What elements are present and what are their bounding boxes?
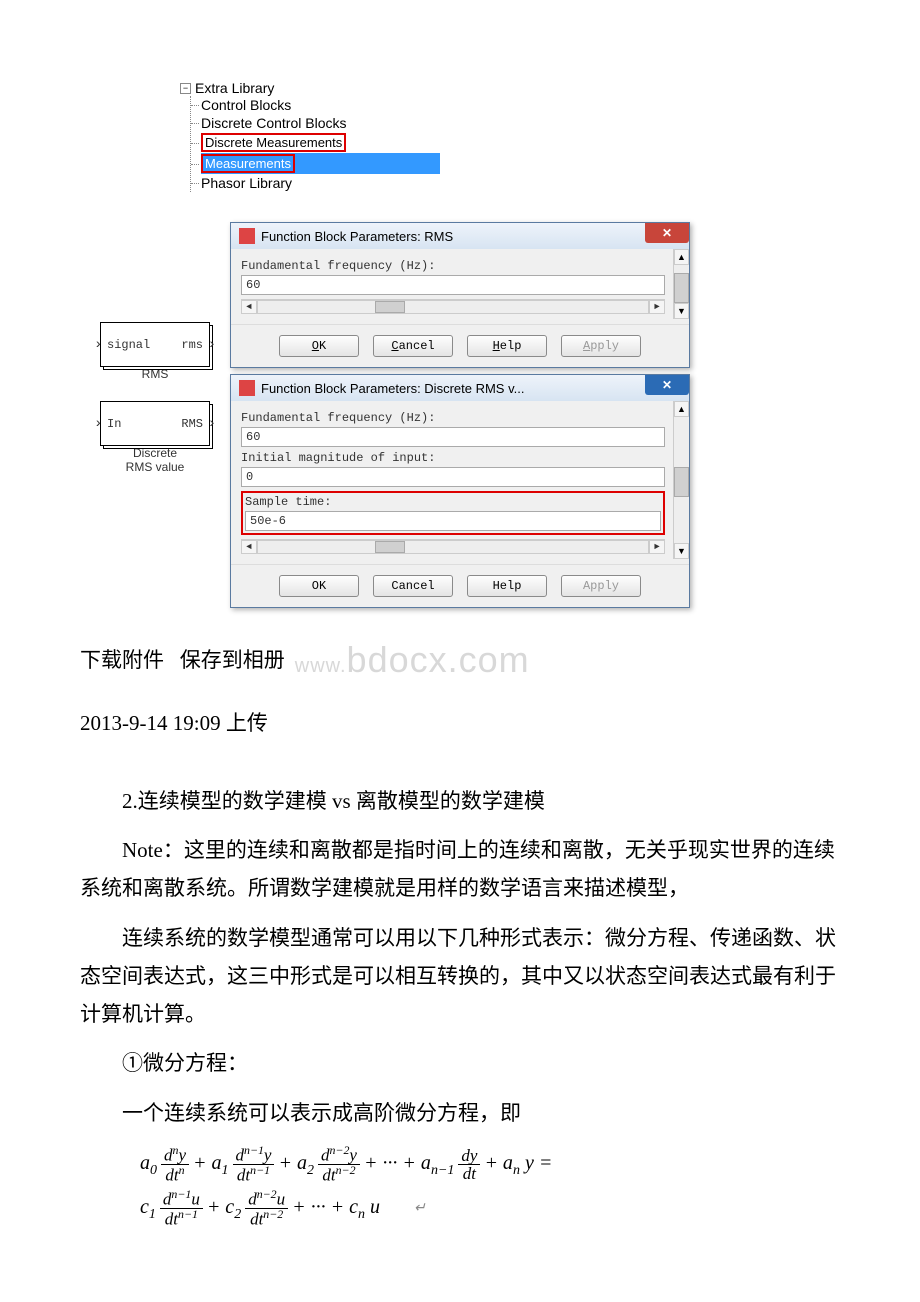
simulink-icon [239, 228, 255, 244]
rms-block-group: › signal rms › RMS [100, 322, 210, 381]
dialog-discrete-rms: Function Block Parameters: Discrete RMS … [230, 374, 690, 608]
tree-item-discrete-measurements[interactable]: Discrete Measurements [201, 132, 440, 153]
port-in-icon: › [94, 337, 102, 353]
scroll-down-icon[interactable]: ▼ [674, 543, 689, 559]
line-break-mark-icon: ↵ [414, 1196, 426, 1221]
tree-root-item[interactable]: − Extra Library [180, 80, 440, 96]
scroll-thumb[interactable] [674, 467, 689, 497]
freq-label: Fundamental frequency (Hz): [241, 411, 665, 425]
collapse-icon[interactable]: − [180, 83, 191, 94]
scroll-thumb[interactable] [375, 541, 405, 553]
cancel-button[interactable]: Cancel [373, 335, 453, 357]
dialog-rms: Function Block Parameters: RMS ✕ ▲ ▼ Fun… [230, 222, 690, 368]
scroll-thumb[interactable] [674, 273, 689, 303]
vertical-scrollbar[interactable]: ▲ ▼ [673, 249, 689, 319]
tree-item-phasor-library[interactable]: Phasor Library [201, 174, 440, 192]
tree-item-label: Measurements [201, 154, 295, 173]
scroll-left-icon[interactable]: ◄ [241, 300, 257, 314]
port-in-icon: › [94, 416, 102, 432]
freq-input[interactable]: 60 [241, 427, 665, 447]
apply-button[interactable]: Apply [561, 575, 641, 597]
scroll-up-icon[interactable]: ▲ [674, 249, 689, 265]
discrete-rms-block-group: › In RMS › Discrete RMS value [100, 401, 210, 474]
rms-block[interactable]: › signal rms › [100, 322, 210, 367]
drms-out-label: RMS [181, 417, 203, 431]
close-icon[interactable]: ✕ [645, 375, 689, 395]
freq-input[interactable]: 60 [241, 275, 665, 295]
apply-button[interactable]: Apply [561, 335, 641, 357]
horizontal-scrollbar[interactable]: ◄ ► [241, 539, 665, 554]
cancel-button[interactable]: Cancel [373, 575, 453, 597]
upload-timestamp: 2013-9-14 19:09 上传 [80, 705, 840, 743]
tree-children: Control Blocks Discrete Control Blocks D… [190, 96, 440, 192]
vertical-scrollbar[interactable]: ▲ ▼ [673, 401, 689, 559]
discrete-rms-block[interactable]: › In RMS › [100, 401, 210, 446]
rms-in-label: signal [107, 338, 150, 352]
watermark-text: www.bdocx.com [295, 628, 530, 693]
scroll-thumb[interactable] [375, 301, 405, 313]
port-out-icon: › [208, 416, 216, 432]
discrete-rms-block-label: Discrete RMS value [100, 446, 210, 474]
help-button[interactable]: Help [467, 575, 547, 597]
note-paragraph: Note：这里的连续和离散都是指时间上的连续和离散，无关乎现实世界的连续系统和离… [80, 832, 840, 908]
tree-item-label: Phasor Library [201, 175, 292, 191]
scroll-right-icon[interactable]: ► [649, 540, 665, 554]
rms-out-label: rms [181, 338, 203, 352]
differential-equation: a0 dnydtn + a1 dn−1ydtn−1 + a2 dn−2ydtn−… [140, 1145, 580, 1228]
ok-button[interactable]: OK [279, 575, 359, 597]
library-tree: − Extra Library Control Blocks Discrete … [180, 80, 440, 192]
tree-item-label: Control Blocks [201, 97, 291, 113]
freq-label: Fundamental frequency (Hz): [241, 259, 665, 273]
init-mag-input[interactable]: 0 [241, 467, 665, 487]
dialog-rms-titlebar[interactable]: Function Block Parameters: RMS ✕ [231, 223, 689, 249]
tree-item-control-blocks[interactable]: Control Blocks [201, 96, 440, 114]
diff-eq-label: ①微分方程： [80, 1045, 840, 1083]
tree-item-label: Discrete Control Blocks [201, 115, 347, 131]
sample-time-label: Sample time: [245, 495, 661, 509]
help-button[interactable]: Help [467, 335, 547, 357]
tree-root-label: Extra Library [195, 80, 274, 96]
drms-in-label: In [107, 417, 121, 431]
scroll-up-icon[interactable]: ▲ [674, 401, 689, 417]
download-attachment-link[interactable]: 下载附件 [80, 648, 164, 672]
close-icon[interactable]: ✕ [645, 223, 689, 243]
scroll-left-icon[interactable]: ◄ [241, 540, 257, 554]
sample-time-highlight: Sample time: 50e-6 [241, 491, 665, 535]
simulink-icon [239, 380, 255, 396]
init-mag-label: Initial magnitude of input: [241, 451, 665, 465]
dialog-rms-title: Function Block Parameters: RMS [261, 229, 453, 244]
section-heading-2: 2.连续模型的数学建模 vs 离散模型的数学建模 [80, 783, 840, 821]
tree-item-measurements[interactable]: Measurements [201, 153, 440, 174]
scroll-down-icon[interactable]: ▼ [674, 303, 689, 319]
horizontal-scrollbar[interactable]: ◄ ► [241, 299, 665, 314]
continuous-model-paragraph: 连续系统的数学模型通常可以用以下几种形式表示：微分方程、传递函数、状态空间表达式… [80, 920, 840, 1033]
article-body: 下载附件 保存到相册 www.bdocx.com 2013-9-14 19:09… [0, 628, 920, 1228]
save-to-album-link[interactable]: 保存到相册 [180, 648, 285, 672]
tree-item-discrete-control-blocks[interactable]: Discrete Control Blocks [201, 114, 440, 132]
scroll-right-icon[interactable]: ► [649, 300, 665, 314]
port-out-icon: › [208, 337, 216, 353]
rms-block-label: RMS [100, 367, 210, 381]
ok-button[interactable]: OK [279, 335, 359, 357]
dialog-drms-title: Function Block Parameters: Discrete RMS … [261, 381, 524, 396]
sample-time-input[interactable]: 50e-6 [245, 511, 661, 531]
dialog-drms-titlebar[interactable]: Function Block Parameters: Discrete RMS … [231, 375, 689, 401]
simulink-blocks-column: › signal rms › RMS › In RMS › Discrete R… [100, 322, 210, 474]
tree-item-label: Discrete Measurements [201, 133, 346, 152]
diff-eq-intro: 一个连续系统可以表示成高阶微分方程，即 [80, 1095, 840, 1133]
